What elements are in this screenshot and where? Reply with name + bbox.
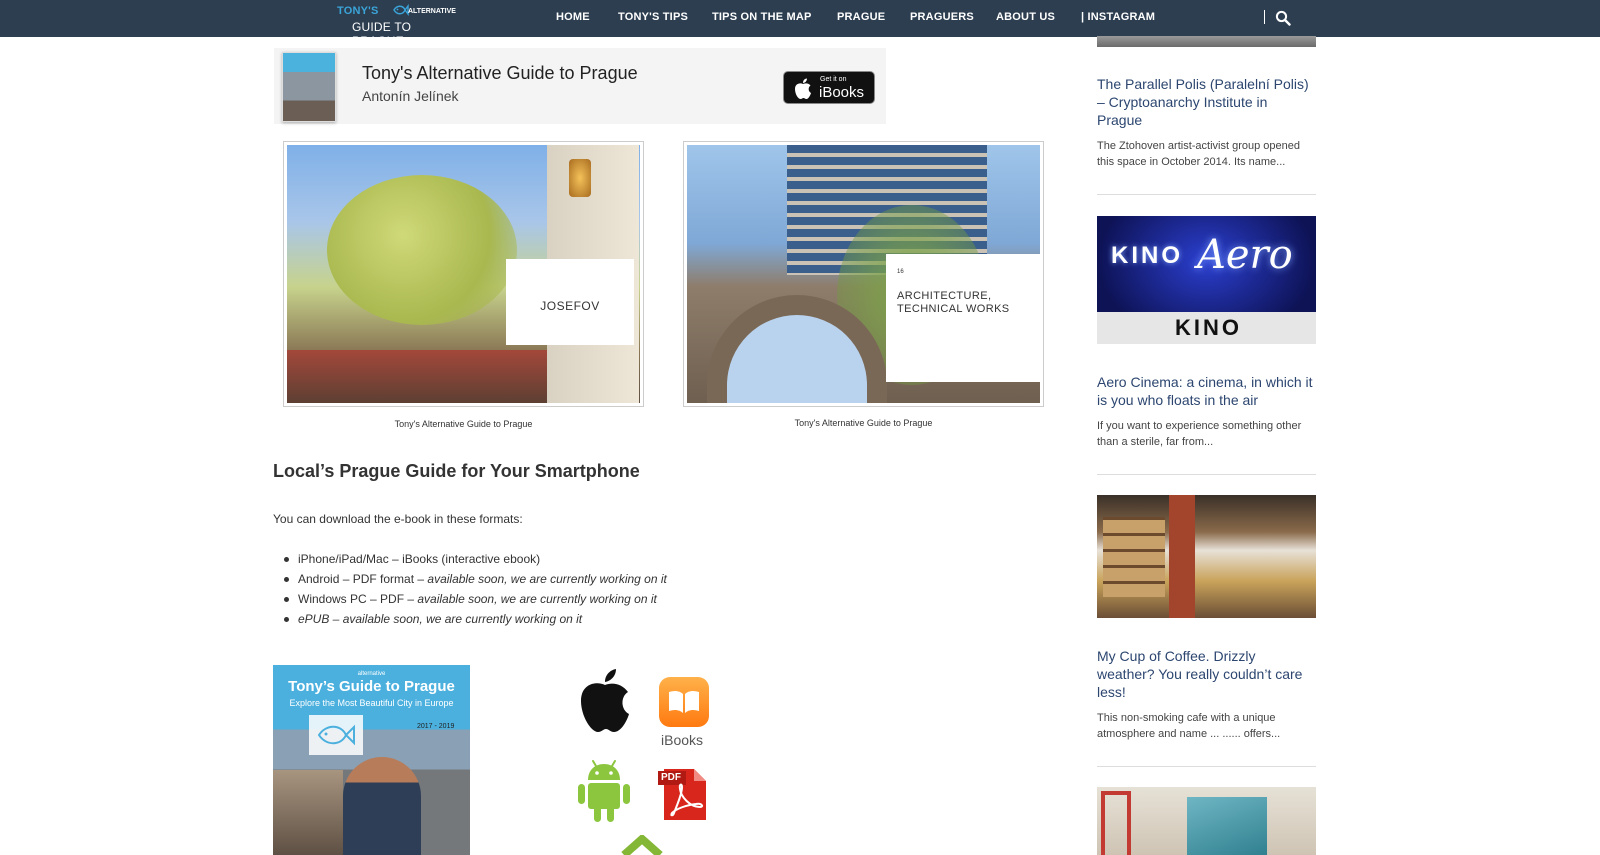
apple-badge-icon bbox=[795, 78, 811, 99]
architecture-label-line-2: TECHNICAL WORKS bbox=[897, 303, 1010, 315]
format-plain: iPhone/iPad/Mac – iBooks (interactive eb… bbox=[298, 552, 541, 566]
kino-aero-image[interactable]: KINO Aero KINO bbox=[1097, 216, 1316, 344]
format-note: available soon, we are currently working… bbox=[427, 572, 667, 586]
section-heading: Local’s Prague Guide for Your Smartphone bbox=[273, 461, 640, 481]
badge-large-text: iBooks bbox=[819, 84, 865, 101]
ibook-cover-thumbnail bbox=[282, 52, 336, 122]
josefov-label: JOSEFOV bbox=[540, 299, 600, 313]
book-cover-title: Tony’s Guide to Prague bbox=[288, 678, 455, 695]
sidebar-divider bbox=[1097, 474, 1316, 475]
format-item: Windows PC – PDF – available soon, we ar… bbox=[284, 589, 667, 609]
format-plain: Windows PC – PDF – bbox=[298, 592, 418, 606]
cafe-shelf bbox=[1103, 517, 1165, 597]
sidebar-post-title[interactable]: The Parallel Polis (Paralelní Polis) – C… bbox=[1097, 75, 1316, 129]
gallery-caption-2: Tony's Alternative Guide to Prague bbox=[794, 418, 933, 428]
logo-line-1: TONY'S bbox=[337, 5, 379, 17]
format-list: iPhone/iPad/Mac – iBooks (interactive eb… bbox=[284, 549, 667, 629]
sidebar-post-excerpt: This non-smoking cafe with a unique atmo… bbox=[1097, 712, 1281, 740]
pdf-icon[interactable]: PDF bbox=[658, 767, 708, 822]
kino-sign-text: KINO bbox=[1175, 315, 1242, 340]
sidebar-next-post-image[interactable] bbox=[1097, 787, 1316, 855]
nav-praguers[interactable]: PRAGUERS bbox=[910, 11, 974, 23]
gallery-frame-architecture[interactable]: 16 ARCHITECTURE, TECHNICAL WORKS bbox=[683, 141, 1044, 407]
ibooks-icon[interactable] bbox=[659, 677, 709, 727]
badge-small-text: Get it on bbox=[820, 76, 847, 83]
architecture-label: ARCHITECTURE, TECHNICAL WORKS bbox=[897, 290, 1010, 316]
sidebar-top-image[interactable] bbox=[1097, 36, 1316, 47]
format-item: iPhone/iPad/Mac – iBooks (interactive eb… bbox=[284, 549, 667, 569]
nav-prague[interactable]: PRAGUE bbox=[837, 11, 885, 23]
android-icon[interactable] bbox=[575, 758, 633, 824]
cafe-image[interactable] bbox=[1097, 495, 1316, 618]
photo-tree bbox=[327, 175, 517, 325]
site-logo[interactable]: TONY'S ALTERNATIVE GUIDE TO PRAGUE bbox=[337, 3, 462, 48]
get-it-on-ibooks-button[interactable]: Get it on iBooks bbox=[783, 71, 875, 104]
sidebar-divider bbox=[1097, 766, 1316, 767]
epub-icon[interactable] bbox=[620, 835, 664, 855]
cover-person bbox=[343, 757, 421, 855]
sidebar-post-excerpt: If you want to experience something othe… bbox=[1097, 420, 1302, 448]
open-book-icon bbox=[669, 690, 699, 713]
sidebar-post-title[interactable]: Aero Cinema: a cinema, in which it is yo… bbox=[1097, 373, 1316, 409]
ibooks-label: iBooks bbox=[661, 732, 704, 748]
cover-fish-box bbox=[309, 715, 363, 755]
stairs-blue-wall bbox=[1187, 797, 1267, 855]
pdf-label: PDF bbox=[661, 772, 681, 783]
stairs-red-frame bbox=[1101, 791, 1131, 855]
kino-sign: KINO bbox=[1097, 312, 1316, 344]
nav-home[interactable]: HOME bbox=[556, 11, 590, 23]
book-cover-years: 2017 - 2019 bbox=[417, 723, 455, 730]
logo-line-1b: ALTERNATIVE bbox=[408, 8, 456, 15]
ibooks-banner[interactable]: Tony's Alternative Guide to Prague Anton… bbox=[274, 48, 886, 124]
photo-lamp bbox=[569, 159, 591, 197]
gallery-frame-josefov[interactable]: JOSEFOV bbox=[283, 141, 644, 407]
book-cover-subtitle: Explore the Most Beautiful City in Europ… bbox=[289, 698, 454, 708]
architecture-label-line-1: ARCHITECTURE, bbox=[897, 290, 992, 302]
nav-about-us[interactable]: ABOUT US bbox=[996, 11, 1055, 23]
nav-tonys-tips[interactable]: TONY'S TIPS bbox=[618, 11, 688, 23]
book-cover-image[interactable]: alternative Tony’s Guide to Prague Explo… bbox=[273, 665, 470, 855]
format-plain: Android – PDF format – bbox=[298, 572, 428, 586]
josefov-label-box: JOSEFOV bbox=[506, 259, 634, 345]
apple-icon[interactable] bbox=[577, 668, 633, 734]
format-item: Android – PDF format – available soon, w… bbox=[284, 569, 667, 589]
sidebar-recent-posts: The Parallel Polis (Paralelní Polis) – C… bbox=[1097, 0, 1316, 855]
book-cover-small: alternative bbox=[357, 671, 386, 677]
format-item: ePUB – available soon, we are currently … bbox=[284, 609, 667, 629]
gallery-caption-1: Tony's Alternative Guide to Prague bbox=[394, 419, 533, 429]
sidebar-post-title[interactable]: My Cup of Coffee. Drizzly weather? You r… bbox=[1097, 647, 1316, 701]
intro-text: You can download the e-book in these for… bbox=[273, 512, 523, 526]
top-navbar: TONY'S ALTERNATIVE GUIDE TO PRAGUE HOME … bbox=[0, 0, 1600, 48]
fish-logo-icon bbox=[393, 4, 409, 16]
format-note: ePUB – available soon, we are currently … bbox=[298, 612, 583, 626]
sidebar-divider bbox=[1097, 194, 1316, 195]
cafe-brick-pillar bbox=[1169, 495, 1195, 618]
kino-neon-text: KINO bbox=[1111, 242, 1183, 269]
architecture-photo: 16 ARCHITECTURE, TECHNICAL WORKS bbox=[687, 145, 1040, 403]
ibook-author: Antonín Jelínek bbox=[362, 88, 459, 104]
logo-line-2: GUIDE TO PRAGUE bbox=[352, 20, 412, 48]
format-note: available soon, we are currently working… bbox=[417, 592, 657, 606]
cover-castle bbox=[273, 770, 343, 855]
chapter-number: 16 bbox=[897, 269, 904, 275]
aero-neon-text: Aero bbox=[1197, 232, 1293, 278]
architecture-label-box: 16 ARCHITECTURE, TECHNICAL WORKS bbox=[886, 254, 1040, 382]
nav-tips-on-the-map[interactable]: TIPS ON THE MAP bbox=[712, 11, 812, 23]
photo-roofs bbox=[287, 350, 547, 403]
ibook-title: Tony's Alternative Guide to Prague bbox=[362, 63, 638, 83]
josefov-photo: JOSEFOV bbox=[287, 145, 640, 403]
sidebar-post-excerpt: The Ztohoven artist-activist group opene… bbox=[1097, 140, 1301, 168]
fish-icon bbox=[317, 724, 355, 746]
